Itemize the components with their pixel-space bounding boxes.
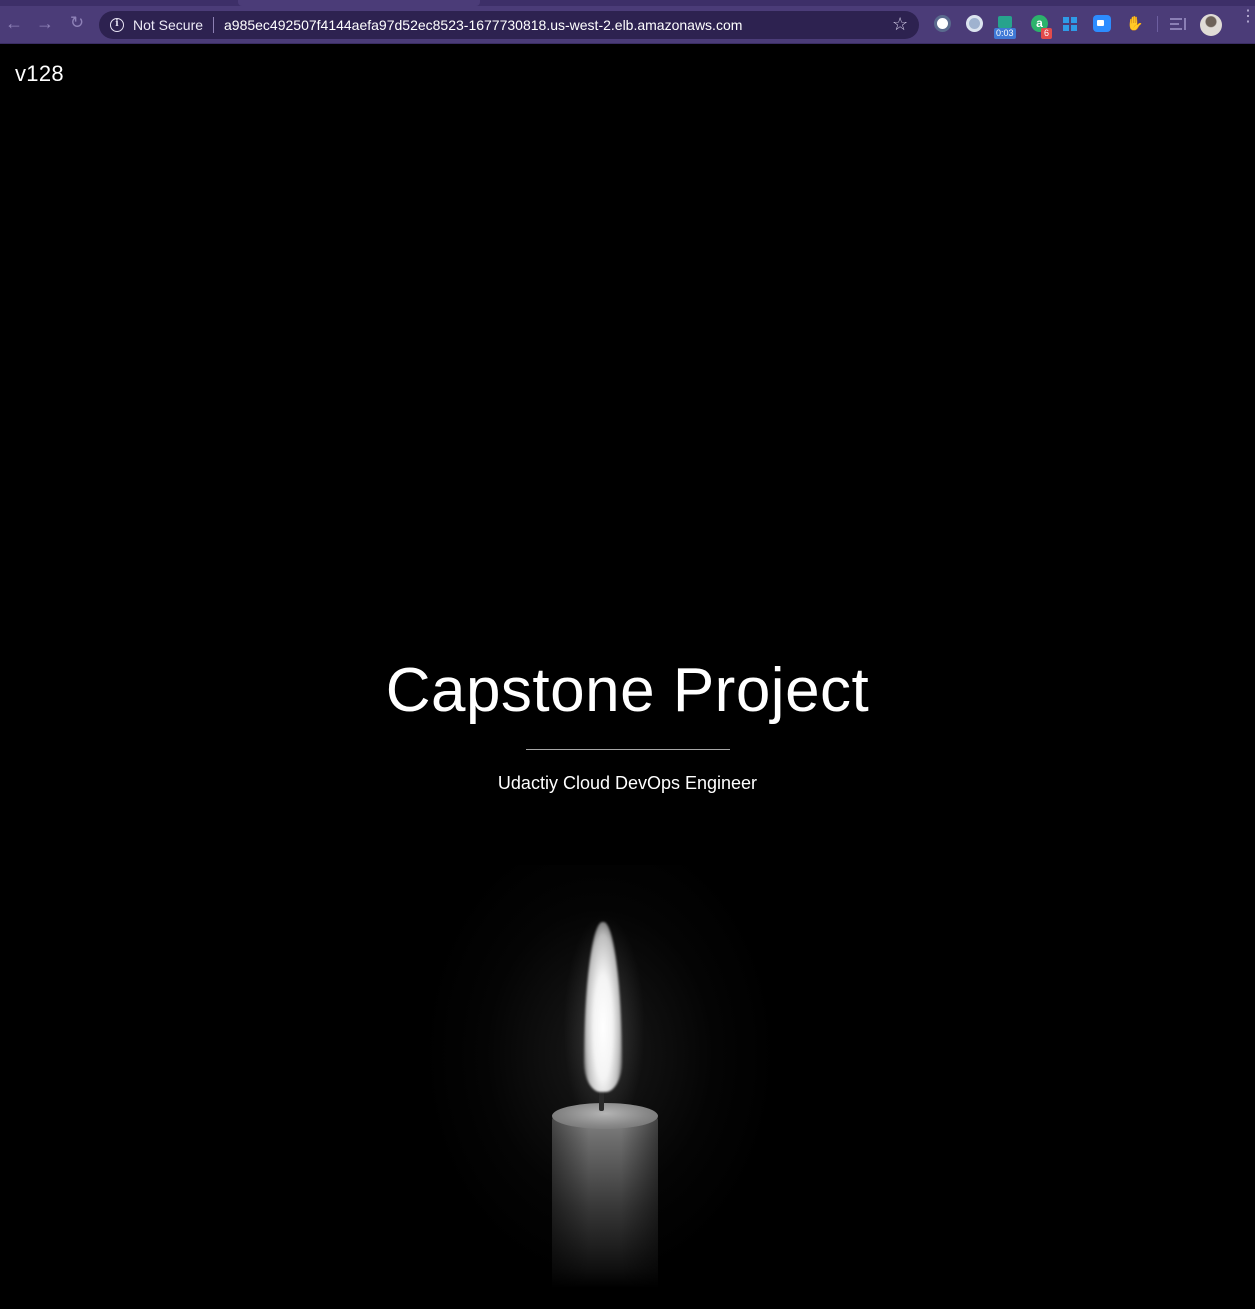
grammarly-badge: 6 xyxy=(1041,28,1052,39)
page-subtitle: Udactiy Cloud DevOps Engineer xyxy=(497,773,758,793)
browser-toolbar: ← → ↻ i Not Secure a985ec492507f4144aefa… xyxy=(0,0,1255,44)
hand-icon[interactable]: ✋ xyxy=(1126,15,1143,32)
security-label[interactable]: Not Secure xyxy=(133,17,203,33)
zoom-icon[interactable] xyxy=(1093,15,1111,32)
toolbar-divider xyxy=(1157,16,1158,32)
timer-extension-icon[interactable] xyxy=(998,16,1012,28)
reading-list-icon[interactable] xyxy=(1170,18,1186,30)
omnibox-divider xyxy=(213,17,214,33)
arrow-left-icon: ← xyxy=(5,13,23,33)
active-tab[interactable] xyxy=(238,0,480,6)
version-label: v128 xyxy=(15,61,64,86)
info-icon[interactable]: i xyxy=(110,18,124,32)
back-button[interactable]: ← xyxy=(5,14,23,32)
arrow-right-icon: → xyxy=(36,13,54,33)
profile-avatar[interactable] xyxy=(1200,14,1222,36)
forward-button[interactable]: → xyxy=(36,14,54,32)
windows-icon[interactable] xyxy=(1063,17,1077,31)
timer-badge: 0:03 xyxy=(994,28,1016,39)
circle-extension-icon[interactable] xyxy=(966,15,983,32)
candle-top xyxy=(552,1103,658,1129)
reload-icon: ↻ xyxy=(69,13,85,32)
page-content: v128 Capstone Project Udactiy Cloud DevO… xyxy=(0,45,1255,1309)
reload-button[interactable]: ↻ xyxy=(68,14,86,32)
candle-shade xyxy=(552,1108,658,1308)
title-divider xyxy=(526,749,730,750)
tab-strip xyxy=(0,0,1255,6)
onepassword-icon[interactable] xyxy=(934,15,951,32)
url-text[interactable]: a985ec492507f4144aefa97d52ec8523-1677730… xyxy=(224,17,742,33)
address-bar[interactable]: i Not Secure a985ec492507f4144aefa97d52e… xyxy=(99,11,919,39)
bookmark-star-icon[interactable]: ☆ xyxy=(892,14,908,35)
page-title: Capstone Project xyxy=(385,656,870,725)
kebab-menu-icon[interactable]: ⋮ xyxy=(1240,9,1255,25)
